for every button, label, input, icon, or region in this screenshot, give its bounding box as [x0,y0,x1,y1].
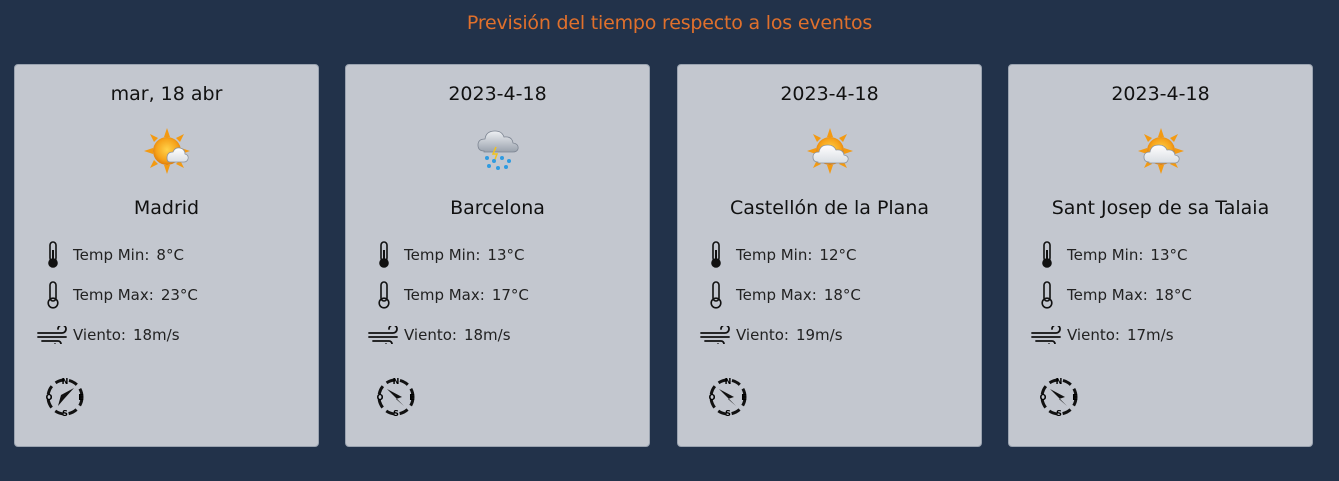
wind-label: Viento: [1067,326,1120,344]
temp-max-row: Temp Max: 18°C [1027,280,1192,310]
card-date: mar, 18 abr [110,83,223,105]
svg-text:E: E [741,393,746,402]
wind-icon [364,320,404,350]
page-title: Previsión del tiempo respecto a los even… [466,12,873,34]
thermometer-empty-icon [33,280,73,310]
wind-label: Viento: [404,326,457,344]
temp-min-row: Temp Min: 12°C [696,240,856,270]
temp-min-label: Temp Min: [73,246,150,264]
svg-text:O: O [377,393,384,402]
temp-min-value: 8°C [156,246,184,264]
forecast-card-madrid: mar, 18 abr Madrid Temp Min: 8°C Temp Ma… [14,64,319,447]
wind-value: 19m/s [795,326,843,344]
temp-min-label: Temp Min: [736,246,813,264]
card-city: Sant Josep de sa Talaia [1051,197,1270,219]
wind-label: Viento: [73,326,126,344]
card-date: 2023-4-18 [448,83,547,105]
rain-cloud-icon [477,130,519,170]
compass-icon: N S O E [1040,377,1078,418]
compass-icon: N S O E [709,377,747,418]
thermometer-empty-icon [1027,280,1067,310]
wind-value: 18m/s [463,326,511,344]
compass-icon: N S O E [46,377,84,418]
temp-min-value: 12°C [819,246,857,264]
thermometer-icon [364,240,404,270]
card-city: Madrid [133,197,200,219]
svg-text:O: O [46,393,53,402]
thermometer-icon [1027,240,1067,270]
wind-row: Viento: 18m/s [33,320,180,350]
compass-icon: N S O E [377,377,415,418]
svg-text:S: S [725,409,731,418]
card-city: Castellón de la Plana [729,197,930,219]
temp-max-row: Temp Max: 17°C [364,280,529,310]
svg-text:S: S [393,409,399,418]
temp-max-value: 23°C [160,286,198,304]
temp-min-value: 13°C [1150,246,1188,264]
thermometer-icon [696,240,736,270]
partly-cloudy-icon [807,128,853,174]
wind-row: Viento: 18m/s [364,320,511,350]
temp-min-row: Temp Min: 8°C [33,240,184,270]
partly-cloudy-icon [1138,128,1184,174]
wind-icon [33,320,73,350]
wind-icon [1027,320,1067,350]
temp-max-row: Temp Max: 23°C [33,280,198,310]
card-date: 2023-4-18 [1111,83,1210,105]
wind-label: Viento: [736,326,789,344]
svg-text:N: N [393,377,400,386]
temp-max-row: Temp Max: 18°C [696,280,861,310]
thermometer-empty-icon [364,280,404,310]
svg-text:N: N [725,377,732,386]
card-date: 2023-4-18 [780,83,879,105]
forecast-card-sant-josep: 2023-4-18 Sant Josep de sa Talaia Temp M… [1008,64,1313,447]
svg-text:N: N [1056,377,1063,386]
temp-max-label: Temp Max: [736,286,817,304]
temp-min-value: 13°C [487,246,525,264]
svg-text:O: O [709,393,716,402]
forecast-cards: mar, 18 abr Madrid Temp Min: 8°C Temp Ma… [14,64,1316,450]
temp-max-value: 18°C [823,286,861,304]
svg-text:E: E [409,393,414,402]
svg-text:O: O [1040,393,1047,402]
wind-value: 17m/s [1126,326,1174,344]
svg-text:S: S [1056,409,1062,418]
temp-min-row: Temp Min: 13°C [1027,240,1187,270]
temp-max-value: 17°C [491,286,529,304]
svg-text:E: E [1072,393,1077,402]
svg-text:S: S [62,409,68,418]
wind-row: Viento: 17m/s [1027,320,1174,350]
svg-text:E: E [78,393,83,402]
temp-max-value: 18°C [1154,286,1192,304]
temp-max-label: Temp Max: [1067,286,1148,304]
temp-min-label: Temp Min: [1067,246,1144,264]
thermometer-icon [33,240,73,270]
forecast-card-castellon: 2023-4-18 Castellón de la Plana Temp Min… [677,64,982,447]
temp-min-label: Temp Min: [404,246,481,264]
temp-max-label: Temp Max: [73,286,154,304]
wind-icon [696,320,736,350]
card-city: Barcelona [450,197,545,219]
temp-max-label: Temp Max: [404,286,485,304]
thermometer-empty-icon [696,280,736,310]
wind-row: Viento: 19m/s [696,320,843,350]
sun-with-cloud-icon [144,128,190,174]
svg-text:N: N [62,377,69,386]
wind-value: 18m/s [132,326,180,344]
forecast-card-barcelona: 2023-4-18 Barcelona Temp Min: 13°C Temp … [345,64,650,447]
temp-min-row: Temp Min: 13°C [364,240,524,270]
